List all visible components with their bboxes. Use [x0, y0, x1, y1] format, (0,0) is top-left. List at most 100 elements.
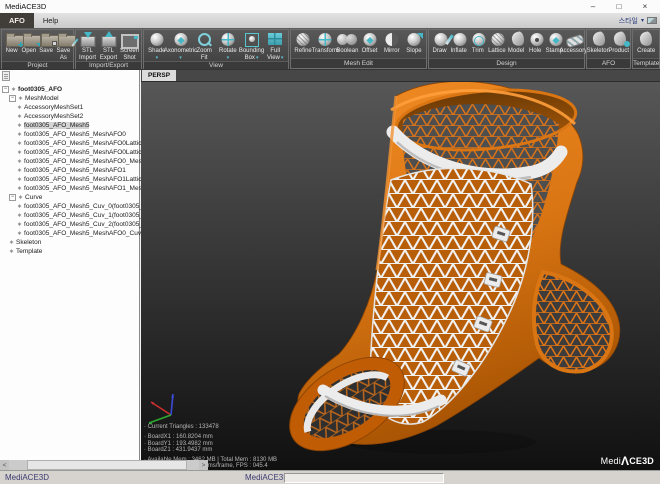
- tree-item[interactable]: ∗foot0305_AFO_Mesh5_MeshAFO0_Cuv_0(f: [0, 229, 139, 238]
- scroll-thumb[interactable]: [27, 460, 187, 470]
- tree-item[interactable]: ∗foot0305_AFO_Mesh5_MeshAFO0Lattice0_: [0, 148, 139, 157]
- tree-item[interactable]: ∗foot0305_AFO_Mesh5_MeshAFO1Lattice0: [0, 175, 139, 184]
- minimize-button[interactable]: –: [580, 0, 606, 13]
- dropdown-caret-icon[interactable]: ▾: [156, 55, 159, 61]
- tab-persp[interactable]: PERSP: [142, 70, 176, 81]
- scroll-track[interactable]: [9, 460, 199, 470]
- dropdown-caret-icon[interactable]: ▾: [256, 55, 259, 61]
- model-button[interactable]: Model: [507, 31, 526, 55]
- scroll-right-arrow[interactable]: >: [199, 460, 208, 470]
- shade-button[interactable]: Shade ▾: [145, 31, 169, 61]
- bounding-box-button[interactable]: Bounding Box▾: [240, 31, 264, 61]
- product-icon: [609, 31, 631, 48]
- new-button[interactable]: New: [3, 31, 20, 55]
- tree-item[interactable]: ∗foot0305_AFO_Mesh5_MeshAFO1_MeshAF: [0, 184, 139, 193]
- tree-item[interactable]: ∗Skeleton: [0, 238, 139, 247]
- node-icon: ∗: [17, 113, 22, 120]
- ribbon-group-mesh-edit: Refine Transform Boolean Offset Mirror: [290, 29, 427, 69]
- open-button[interactable]: Open: [20, 31, 37, 55]
- tree-item[interactable]: ∗foot0305_AFO_Mesh5_MeshAFO0: [0, 130, 139, 139]
- node-icon: ∗: [17, 104, 22, 111]
- tree-item[interactable]: −∗foot0305_AFO: [0, 85, 139, 94]
- style-preview-icon[interactable]: [647, 17, 657, 24]
- screen-shot-icon: [119, 31, 141, 48]
- ribbon-toolbar: New Open Save Save As Project: [0, 28, 660, 70]
- skeleton-button[interactable]: Skeleton: [588, 31, 609, 55]
- transform-icon: [314, 31, 336, 48]
- node-icon: ∗: [17, 176, 22, 183]
- afo-model-render: [141, 82, 660, 470]
- dropdown-caret-icon[interactable]: ▾: [281, 55, 284, 61]
- tree-item[interactable]: ∗Template: [0, 247, 139, 256]
- ribbon-group-project: New Open Save Save As Project: [1, 29, 74, 69]
- transform-button[interactable]: Transform: [314, 31, 336, 55]
- ribbon-group-import-export: STL Import STL Export Screen Shot Import…: [75, 29, 142, 69]
- zoom-fit-button[interactable]: Zoom Fit: [192, 31, 216, 61]
- rotate-button[interactable]: Rotate ▾: [216, 31, 240, 61]
- chevron-down-icon[interactable]: ▾: [641, 17, 644, 24]
- hole-button[interactable]: Hole: [526, 31, 545, 55]
- panel-header: [0, 70, 139, 82]
- dropdown-caret-icon[interactable]: ▾: [179, 55, 182, 61]
- axonometric-button[interactable]: Axonometric ▾: [169, 31, 193, 61]
- accessory-icon: [564, 31, 586, 48]
- ribbon-group-template: Create Template: [632, 29, 660, 69]
- stl-import-button[interactable]: STL Import: [77, 31, 98, 61]
- collapse-toggle[interactable]: −: [2, 86, 9, 93]
- save-as-button[interactable]: Save As: [55, 31, 72, 61]
- tree-item[interactable]: ∗foot0305_AFO_Mesh5_MeshAFO0Lattice0: [0, 139, 139, 148]
- offset-button[interactable]: Offset: [359, 31, 381, 55]
- collapse-toggle[interactable]: −: [9, 194, 16, 201]
- save-button[interactable]: Save: [38, 31, 55, 55]
- tree-item[interactable]: −∗MeshModel: [0, 94, 139, 103]
- product-button[interactable]: Product: [609, 31, 630, 55]
- zoom-fit-icon: [193, 31, 215, 48]
- stl-import-icon: [77, 31, 99, 48]
- stl-export-button[interactable]: STL Export: [98, 31, 119, 61]
- app-window: MediACE3D – □ × AFO Help 스타일 ▾ New: [0, 0, 660, 484]
- style-dropdown[interactable]: 스타일: [619, 16, 638, 26]
- tree-item[interactable]: ∗foot0305_AFO_Mesh5_Cuv_1(foot0305_AFO: [0, 211, 139, 220]
- boolean-button[interactable]: Boolean: [336, 31, 358, 55]
- create-button[interactable]: Create: [634, 31, 658, 55]
- mirror-button[interactable]: Mirror: [381, 31, 403, 55]
- node-icon: ∗: [9, 248, 14, 255]
- tree-item[interactable]: ∗foot0305_AFO_Mesh5_MeshAFO1: [0, 166, 139, 175]
- status-bar: MediACE3D MediACE3D: [0, 470, 660, 484]
- dropdown-caret-icon[interactable]: ▾: [227, 55, 230, 61]
- menu-tab-help[interactable]: Help: [34, 13, 67, 28]
- viewport-canvas[interactable]: · Current Triangles : 133478 · BoardX1 :…: [141, 82, 660, 470]
- node-icon: ∗: [17, 149, 22, 156]
- node-icon: ∗: [17, 203, 22, 210]
- full-view-button[interactable]: Full View▾: [263, 31, 287, 61]
- trim-button[interactable]: Trim: [468, 31, 487, 55]
- tree-item[interactable]: −∗Curve: [0, 193, 139, 202]
- inflate-button[interactable]: Inflate: [449, 31, 468, 55]
- menu-tab-afo[interactable]: AFO: [0, 13, 34, 28]
- close-button[interactable]: ×: [632, 0, 658, 13]
- tree-item[interactable]: ∗AccessoryMeshSet1: [0, 103, 139, 112]
- tree-item[interactable]: ∗foot0305_AFO_Mesh5: [0, 121, 139, 130]
- node-icon: ∗: [17, 140, 22, 147]
- maximize-button[interactable]: □: [606, 0, 632, 13]
- mirror-icon: [381, 31, 403, 48]
- rotate-icon: [217, 31, 239, 48]
- collapse-toggle[interactable]: −: [9, 95, 16, 102]
- window-title: MediACE3D: [5, 2, 46, 11]
- group-label-mesh-edit: Mesh Edit: [291, 58, 426, 68]
- accessory-button[interactable]: Accessory: [564, 31, 583, 55]
- tree-item[interactable]: ∗AccessoryMeshSet2: [0, 112, 139, 121]
- slope-button[interactable]: Slope: [403, 31, 425, 55]
- document-icon: [2, 71, 10, 81]
- draw-button[interactable]: Draw: [430, 31, 449, 55]
- tree-h-scrollbar: < >: [0, 460, 208, 470]
- screen-shot-button[interactable]: Screen Shot: [119, 31, 140, 61]
- scroll-left-arrow[interactable]: <: [0, 460, 9, 470]
- boolean-icon: [336, 31, 358, 48]
- tree-item[interactable]: ∗foot0305_AFO_Mesh5_Cuv_2(foot0305_AFO: [0, 220, 139, 229]
- tree-item[interactable]: ∗foot0305_AFO_Mesh5_Cuv_0(foot0305_AFO: [0, 202, 139, 211]
- tree-item[interactable]: ∗foot0305_AFO_Mesh5_MeshAFO0_MeshAF: [0, 157, 139, 166]
- node-icon: ∗: [17, 167, 22, 174]
- node-icon: ∗: [18, 95, 23, 102]
- lattice-button[interactable]: Lattice: [487, 31, 506, 55]
